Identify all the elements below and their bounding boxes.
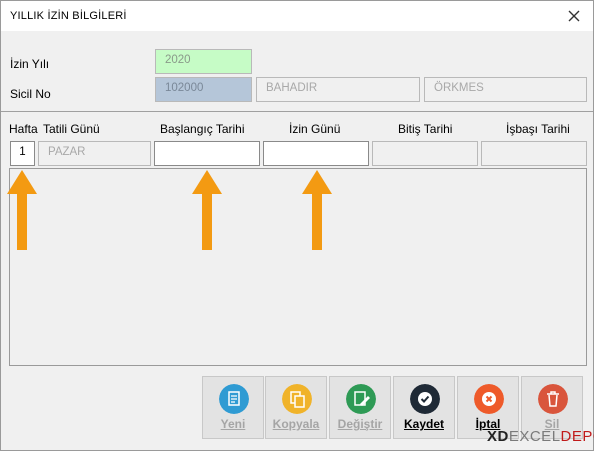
edit-icon [346,384,376,414]
col-hafta-label: Hafta [9,122,38,136]
bitis-tarihi-field[interactable] [372,141,478,166]
results-list[interactable] [9,168,587,366]
kopyala-button[interactable]: Kopyala [265,376,327,439]
brand-middle: EXCEL [508,428,561,445]
kaydet-label: Kaydet [403,417,444,431]
baslangic-tarihi-input[interactable] [154,141,260,166]
check-icon [410,384,440,414]
arrow-shape [7,170,37,250]
izin-gunu-input[interactable] [263,141,369,166]
col-tatili-gunu-label: Tatili Günü [43,122,100,136]
col-izin-gunu-label: İzin Günü [289,122,341,136]
brand-watermark: XDEXCELDEPO [487,428,594,445]
yeni-label: Yeni [220,417,246,431]
brand-suffix: DEPO [560,428,594,445]
izin-yili-field[interactable]: 2020 [155,49,252,74]
copy-icon [282,384,312,414]
arrow-up-icon [302,170,332,250]
title-bar: YILLIK İZİN BİLGİLERİ [1,1,593,31]
brand-prefix: XD [487,428,509,445]
section-divider [1,111,593,112]
arrow-up-icon [7,170,37,250]
degistir-button[interactable]: Değiştir [329,376,391,439]
yeni-button[interactable]: Yeni [202,376,264,439]
col-isbasi-label: İşbaşı Tarihi [506,122,570,136]
col-baslangic-label: Başlangıç Tarihi [160,122,245,136]
hafta-no-field[interactable]: 1 [10,141,35,166]
arrow-shape [302,170,332,250]
degistir-label: Değiştir [337,417,383,431]
tatil-gunu-field[interactable]: PAZAR [38,141,151,166]
dialog-window: YILLIK İZİN BİLGİLERİ İzin Yılı 2020 Sic… [0,0,594,451]
trash-icon [538,384,568,414]
document-icon [219,384,249,414]
arrow-up-icon [192,170,222,250]
window-title: YILLIK İZİN BİLGİLERİ [10,10,127,22]
isbasi-tarihi-field[interactable] [481,141,587,166]
kaydet-button[interactable]: Kaydet [393,376,455,439]
sicil-no-label: Sicil No [10,87,51,101]
kopyala-label: Kopyala [272,417,320,431]
cancel-icon [474,384,504,414]
first-name-field[interactable]: BAHADIR [256,77,420,102]
arrow-shape [192,170,222,250]
sicil-no-field[interactable]: 102000 [155,77,252,102]
izin-yili-label: İzin Yılı [10,57,50,71]
col-bitis-label: Bitiş Tarihi [398,122,453,136]
last-name-field[interactable]: ÖRKMES [424,77,587,102]
close-icon[interactable] [563,5,585,27]
